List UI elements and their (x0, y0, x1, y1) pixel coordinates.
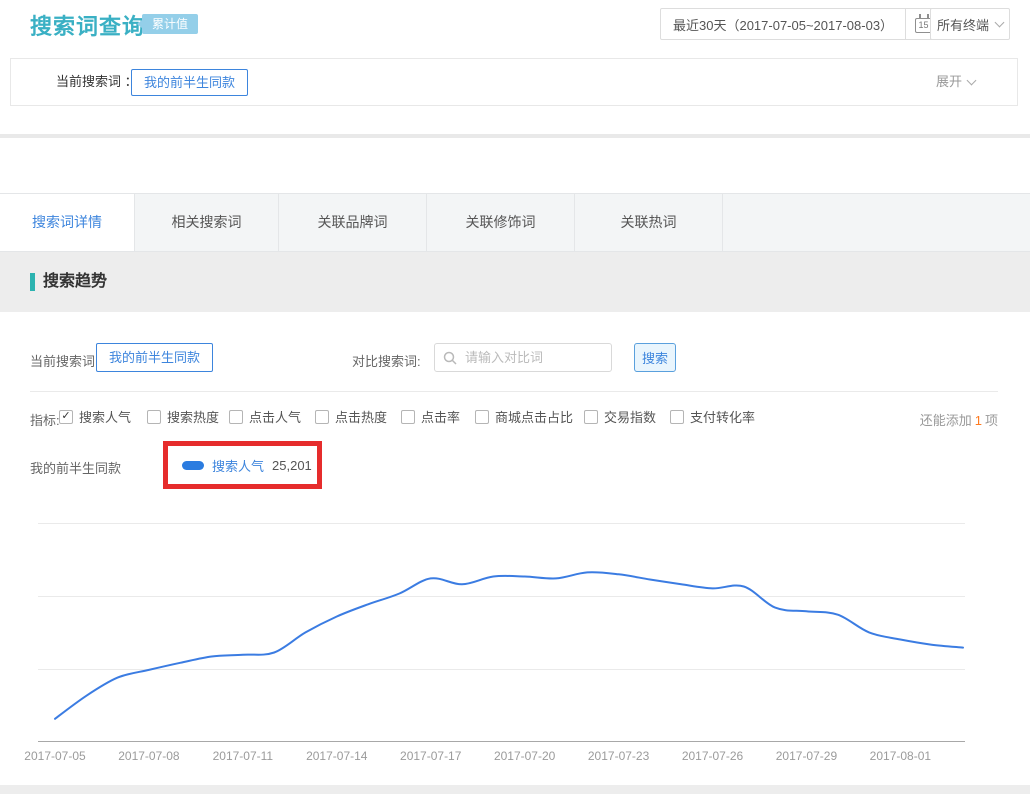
metric-checkbox-click-popularity[interactable]: ✓ 点击人气 (229, 407, 301, 426)
x-axis-label: 2017-07-14 (306, 749, 368, 763)
x-axis-label: 2017-08-01 (869, 749, 932, 763)
metric-label: 商城点击占比 (495, 410, 574, 425)
cumulative-value-badge: 累计值 (136, 14, 199, 34)
bottom-strip (0, 785, 1030, 794)
section-band: 搜索趋势 (0, 252, 1030, 312)
metric-label: 交易指数 (604, 410, 657, 425)
checkbox-icon: ✓ (475, 409, 489, 424)
search-word-query-page: 搜索词查询 累计值 最近30天（2017-07-05~2017-08-03） 1… (0, 0, 1030, 794)
current-keyword-panel: 当前搜索词 ： 我的前半生同款 展开 (10, 58, 1018, 106)
x-axis-label: 2017-07-05 (24, 749, 86, 763)
legend-value: 25,201 (272, 457, 312, 473)
annotation-highlight-box: 搜索人气 25,201 (163, 441, 322, 489)
row-divider (30, 391, 998, 392)
legend-keyword: 我的前半生同款 (30, 461, 122, 476)
checkbox-icon: ✓ (147, 409, 161, 424)
series-color-pill-icon (182, 460, 204, 470)
metric-checkbox-transaction-index[interactable]: ✓ 交易指数 (584, 407, 656, 426)
compare-input[interactable] (463, 349, 593, 366)
search-icon (443, 351, 457, 365)
x-axis-label: 2017-07-23 (587, 749, 650, 763)
current-keyword-label: 当前搜索词 ： (56, 74, 138, 89)
checkbox-icon: ✓ (229, 409, 243, 424)
tab-search-word-detail[interactable]: 搜索词详情 (0, 194, 135, 251)
trend-chart (30, 515, 980, 747)
tab-bar-filler (723, 194, 1030, 251)
metric-label: 点击率 (421, 410, 461, 425)
checkbox-icon: ✓ (584, 409, 598, 424)
metric-label: 搜索热度 (167, 410, 220, 425)
trend-current-keyword-button[interactable]: 我的前半生同款 (96, 343, 214, 372)
trend-current-label: 当前搜索词: (30, 354, 99, 369)
metric-checkbox-mall-click-share[interactable]: ✓ 商城点击占比 (475, 407, 573, 426)
chevron-down-icon (966, 75, 977, 85)
metric-label: 点击人气 (249, 410, 302, 425)
chevron-down-icon (994, 17, 1005, 27)
expand-label: 展开 (935, 74, 962, 89)
terminal-dropdown[interactable]: 所有终端 (930, 8, 1010, 40)
section-title: 搜索趋势 (43, 273, 108, 290)
date-range-text: 最近30天（2017-07-05~2017-08-03） (673, 17, 894, 33)
tab-related-brand-words[interactable]: 关联品牌词 (279, 194, 427, 251)
date-range-control[interactable]: 最近30天（2017-07-05~2017-08-03） 15 (660, 8, 943, 40)
remaining-addable-hint: 还能添加 1 项 (919, 413, 998, 428)
metric-checkbox-click-heat[interactable]: ✓ 点击热度 (315, 407, 387, 426)
tab-bar: 搜索词详情 相关搜索词 关联品牌词 关联修饰词 关联热词 (0, 193, 1030, 252)
terminal-dropdown-label: 所有终端 (936, 17, 989, 33)
x-axis-label: 2017-07-17 (400, 749, 462, 763)
trend-line-series (54, 571, 964, 720)
expand-toggle[interactable]: 展开 (935, 59, 977, 105)
remaining-count: 1 (974, 413, 982, 428)
checkbox-icon: ✓ (670, 409, 684, 424)
x-axis-labels: 2017-07-05 2017-07-08 2017-07-11 2017-07-14… (24, 749, 980, 765)
page-title: 搜索词查询 (30, 14, 146, 39)
checkbox-icon: ✓ (315, 409, 329, 424)
x-axis-label: 2017-07-11 (212, 749, 274, 763)
metric-label: 搜索人气 (79, 410, 132, 425)
checkbox-icon: ✓ (401, 409, 415, 424)
metric-checkbox-search-popularity[interactable]: ✓ 搜索人气 (59, 407, 131, 426)
tab-related-hot-words[interactable]: 关联热词 (575, 194, 723, 251)
header-separator (0, 134, 1030, 138)
metric-label: 点击热度 (335, 410, 388, 425)
search-button[interactable]: 搜索 (634, 343, 676, 372)
metric-checkbox-click-rate[interactable]: ✓ 点击率 (401, 407, 460, 426)
x-axis-label: 2017-07-08 (118, 749, 180, 763)
metric-checkbox-payment-conversion[interactable]: ✓ 支付转化率 (670, 407, 755, 426)
compare-label: 对比搜索词: (352, 354, 421, 369)
trend-chart-svg (38, 523, 965, 742)
section-marker-bar (30, 273, 35, 291)
metric-checkbox-search-heat[interactable]: ✓ 搜索热度 (147, 407, 219, 426)
x-axis-label: 2017-07-20 (493, 749, 556, 763)
metric-label: 支付转化率 (690, 410, 756, 425)
legend-metric[interactable]: 搜索人气 (212, 456, 264, 475)
compare-input-wrap (434, 343, 612, 372)
metrics-label: 指标: (30, 413, 60, 428)
x-axis-label: 2017-07-29 (775, 749, 838, 763)
x-axis-label: 2017-07-26 (681, 749, 744, 763)
tab-related-modifier-words[interactable]: 关联修饰词 (427, 194, 575, 251)
tab-related-search-words[interactable]: 相关搜索词 (135, 194, 279, 251)
current-keyword-button[interactable]: 我的前半生同款 (131, 69, 249, 96)
checkbox-icon: ✓ (59, 409, 73, 424)
